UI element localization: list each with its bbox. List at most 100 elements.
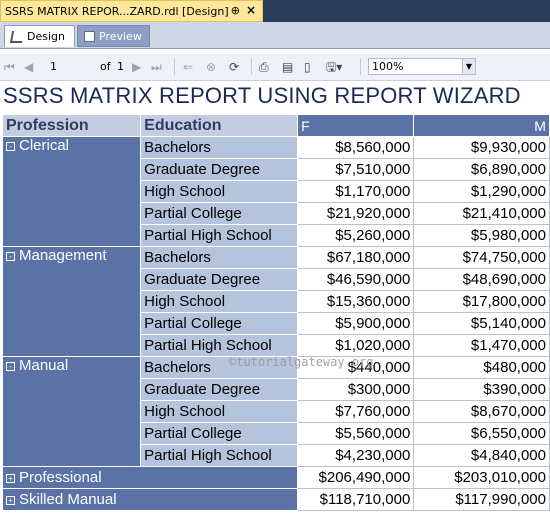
toolbar-separator: [174, 58, 175, 75]
report-toolbar: ⏮ ◀ of 1 ▶ ⏭ ⇐ ⊗ ⟳ ⎙ ▤ ▯ 🖫▾ 100% ▼: [0, 54, 550, 81]
value-cell-m: $203,010,000: [413, 466, 550, 489]
of-label: of: [100, 60, 111, 73]
tab-preview[interactable]: Preview: [77, 25, 150, 47]
profession-label: Clerical: [19, 137, 70, 154]
value-cell-f: $118,710,000: [297, 488, 415, 511]
value-cell-f: $4,230,000: [297, 444, 415, 467]
profession-header: Profession: [1, 114, 142, 137]
value-cell-m: $5,980,000: [413, 224, 550, 247]
zoom-select[interactable]: 100% ▼: [368, 58, 476, 75]
value-cell-f: $5,560,000: [297, 422, 415, 445]
header-row: Profession Education F M: [1, 114, 550, 137]
value-cell-m: $117,990,000: [413, 488, 550, 511]
value-cell-f: $46,590,000: [297, 268, 415, 291]
value-cell-m: $1,470,000: [413, 334, 550, 357]
value-cell-f: $7,510,000: [297, 158, 415, 181]
value-cell-m: $8,670,000: [413, 400, 550, 423]
value-cell-f: $21,920,000: [297, 202, 415, 225]
value-cell-m: $390,000: [413, 378, 550, 401]
previous-page-icon[interactable]: ◀: [24, 59, 33, 75]
value-cell-f: $300,000: [297, 378, 415, 401]
value-cell-f: $206,490,000: [297, 466, 415, 489]
document-tab[interactable]: SSRS MATRIX REPOR...ZARD.rdl [Design] ⊕ …: [0, 0, 263, 22]
collapse-toggle-icon[interactable]: -: [6, 251, 15, 261]
expand-toggle-icon[interactable]: +: [6, 473, 15, 483]
close-icon[interactable]: ×: [246, 3, 256, 17]
print-layout-icon[interactable]: ▤: [282, 59, 293, 75]
tab-design-label: Design: [27, 30, 65, 43]
education-cell: Graduate Degree: [140, 268, 299, 291]
stop-icon[interactable]: ⊗: [206, 59, 216, 75]
refresh-icon[interactable]: ⟳: [229, 59, 239, 75]
chevron-down-icon[interactable]: ▼: [462, 59, 475, 74]
education-cell: Bachelors: [140, 246, 299, 269]
table-row: - Management Bachelors $67,180,000 $74,750,0…: [1, 246, 550, 357]
first-page-icon[interactable]: ⏮: [4, 59, 15, 75]
education-cell: Partial College: [140, 202, 299, 225]
toolbar-separator: [251, 58, 252, 75]
profession-label: Manual: [19, 357, 69, 374]
column-header-m: M: [413, 114, 550, 137]
education-cell: High School: [140, 290, 299, 313]
profession-cell: + Professional: [1, 466, 299, 489]
pin-icon[interactable]: ⊕: [231, 4, 240, 17]
value-cell-f: $8,560,000: [297, 136, 415, 159]
back-icon[interactable]: ⇐: [183, 59, 193, 75]
value-cell-f: $67,180,000: [297, 246, 415, 269]
collapse-toggle-icon[interactable]: -: [6, 361, 15, 371]
profession-label: Management: [19, 247, 107, 264]
export-icon[interactable]: 🖫▾: [326, 59, 342, 75]
next-page-icon[interactable]: ▶: [132, 59, 141, 75]
profession-cell: - Manual: [1, 356, 142, 467]
value-cell-m: $1,290,000: [413, 180, 550, 203]
education-cell: Graduate Degree: [140, 378, 299, 401]
expand-toggle-icon[interactable]: +: [6, 495, 15, 505]
value-cell-m: $9,930,000: [413, 136, 550, 159]
education-cell: Partial College: [140, 312, 299, 335]
design-icon: [9, 30, 25, 43]
education-cell: High School: [140, 180, 299, 203]
profession-cell: - Management: [1, 246, 142, 357]
education-cell: Partial High School: [140, 334, 299, 357]
column-header-f: F: [297, 114, 415, 137]
value-cell-f: $5,900,000: [297, 312, 415, 335]
view-tabs: Design Preview: [0, 22, 550, 49]
value-cell-f: $7,760,000: [297, 400, 415, 423]
value-cell-m: $480,000: [413, 356, 550, 379]
page-total: 1: [117, 60, 124, 73]
preview-icon: [84, 30, 95, 42]
profession-label: Skilled Manual: [19, 491, 117, 508]
last-page-icon[interactable]: ⏭: [151, 59, 162, 75]
value-cell-f: $15,360,000: [297, 290, 415, 313]
value-cell-m: $74,750,000: [413, 246, 550, 269]
watermark: ©tutorialgateway.org: [229, 355, 374, 369]
table-row: + Skilled Manual $118,710,000 $117,990,000: [1, 488, 550, 511]
print-icon[interactable]: ⎙: [259, 59, 269, 75]
tab-design[interactable]: Design: [4, 25, 75, 47]
value-cell-m: $6,550,000: [413, 422, 550, 445]
toolbar-separator: [360, 58, 361, 75]
value-cell-m: $4,840,000: [413, 444, 550, 467]
education-cell: Bachelors: [140, 136, 299, 159]
profession-label: Professional: [19, 469, 102, 486]
page-setup-icon[interactable]: ▯: [304, 59, 311, 75]
education-cell: Partial High School: [140, 444, 299, 467]
document-tabstrip: SSRS MATRIX REPOR...ZARD.rdl [Design] ⊕ …: [0, 0, 550, 22]
profession-cell: + Skilled Manual: [1, 488, 299, 511]
education-cell: High School: [140, 400, 299, 423]
page-number-input[interactable]: [48, 58, 94, 74]
value-cell-f: $5,260,000: [297, 224, 415, 247]
value-cell-m: $5,140,000: [413, 312, 550, 335]
zoom-value: 100%: [372, 60, 404, 73]
value-cell-m: $17,800,000: [413, 290, 550, 313]
value-cell-m: $6,890,000: [413, 158, 550, 181]
report-title: SSRS MATRIX REPORT USING REPORT WIZARD: [3, 83, 521, 108]
table-row: - Clerical Bachelors $8,560,000 $9,930,000: [1, 136, 550, 247]
tab-preview-label: Preview: [99, 29, 142, 43]
education-cell: Graduate Degree: [140, 158, 299, 181]
matrix-table: Profession Education F M - Clerical Bachel…: [1, 114, 550, 511]
collapse-toggle-icon[interactable]: -: [6, 141, 15, 151]
document-tab-title: SSRS MATRIX REPOR...ZARD.rdl [Design]: [5, 4, 229, 18]
profession-cell: - Clerical: [1, 136, 142, 247]
value-cell-f: $1,170,000: [297, 180, 415, 203]
